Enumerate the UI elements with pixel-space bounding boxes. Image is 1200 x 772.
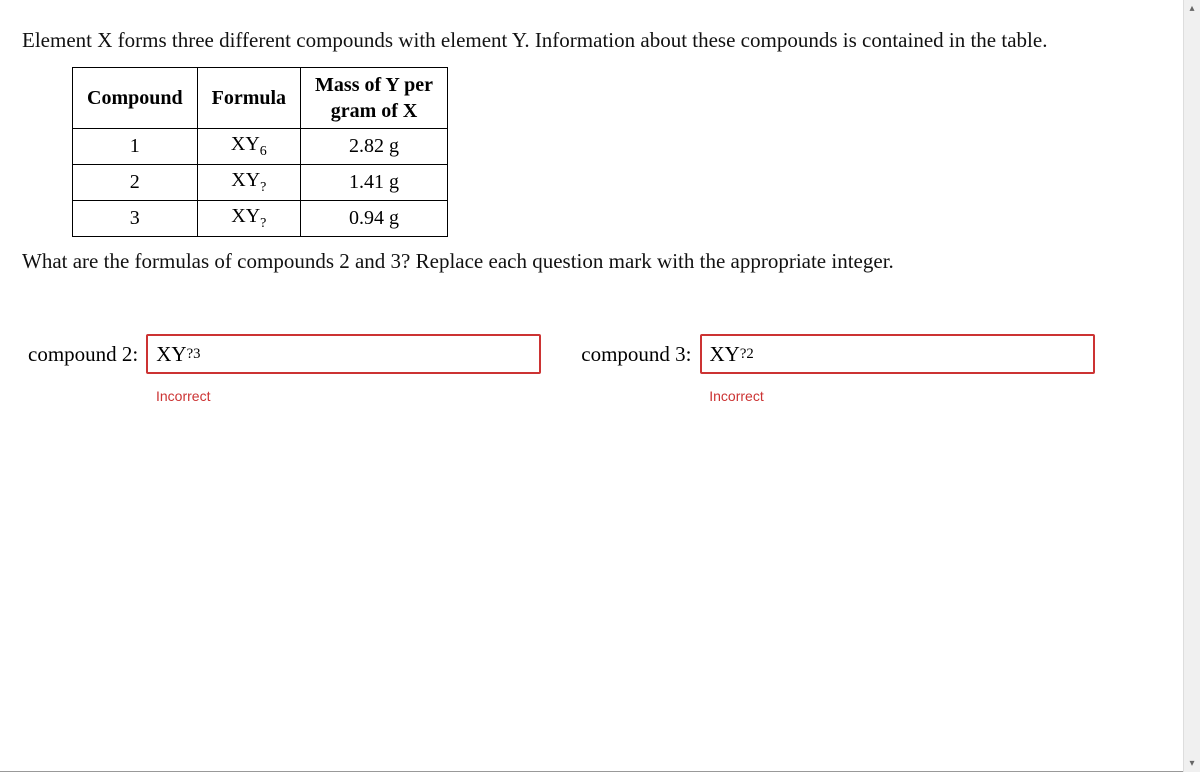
intro-text: Element X forms three different compound… <box>22 28 1161 53</box>
table-header-row: Compound Formula Mass of Y per gram of X <box>73 68 448 129</box>
table-row: 2 XY? 1.41 g <box>73 165 448 201</box>
cell-formula: XY? <box>197 165 300 201</box>
vertical-scrollbar[interactable]: ▴ ▾ <box>1183 0 1200 772</box>
answer-label-compound2: compound 2: <box>28 342 138 367</box>
cell-compound: 2 <box>73 165 198 201</box>
cell-mass: 2.82 g <box>301 129 448 165</box>
formula-base: XY <box>231 205 260 227</box>
answer-block-compound3: compound 3: XY?2 Incorrect <box>581 334 1094 404</box>
answer-input-compound3[interactable]: XY?2 <box>700 334 1095 374</box>
table-row: 3 XY? 0.94 g <box>73 201 448 237</box>
cell-compound: 3 <box>73 201 198 237</box>
formula-sub: ? <box>260 216 266 231</box>
formula-sub: 6 <box>260 144 267 159</box>
answer-label-compound3: compound 3: <box>581 342 691 367</box>
answer-value-sub: ?2 <box>740 346 754 363</box>
header-formula: Formula <box>197 68 300 129</box>
header-mass-line2: gram of X <box>331 100 418 122</box>
answers-row: compound 2: XY?3 Incorrect compound 3: X… <box>28 334 1161 404</box>
cell-mass: 0.94 g <box>301 201 448 237</box>
table-row: 1 XY6 2.82 g <box>73 129 448 165</box>
scroll-track[interactable] <box>1184 17 1200 755</box>
cell-formula: XY? <box>197 201 300 237</box>
header-compound: Compound <box>73 68 198 129</box>
answer-input-compound2[interactable]: XY?3 <box>146 334 541 374</box>
feedback-compound2: Incorrect <box>156 388 541 404</box>
cell-formula: XY6 <box>197 129 300 165</box>
cell-mass: 1.41 g <box>301 165 448 201</box>
answer-line: compound 3: XY?2 <box>581 334 1094 374</box>
header-mass-line1: Mass of Y per <box>315 74 433 96</box>
answer-block-compound2: compound 2: XY?3 Incorrect <box>28 334 541 404</box>
question-prompt: What are the formulas of compounds 2 and… <box>22 249 1161 274</box>
answer-value-base: XY <box>156 342 186 367</box>
answer-value-base: XY <box>710 342 740 367</box>
scroll-up-button[interactable]: ▴ <box>1184 0 1200 17</box>
feedback-compound3: Incorrect <box>709 388 1094 404</box>
formula-base: XY <box>231 169 260 191</box>
formula-sub: ? <box>260 180 266 195</box>
compound-table: Compound Formula Mass of Y per gram of X… <box>72 67 448 237</box>
formula-base: XY <box>231 133 260 155</box>
answer-value-sub: ?3 <box>187 346 201 363</box>
answer-line: compound 2: XY?3 <box>28 334 541 374</box>
scroll-down-button[interactable]: ▾ <box>1184 755 1200 772</box>
cell-compound: 1 <box>73 129 198 165</box>
question-content: Element X forms three different compound… <box>0 0 1183 772</box>
header-mass: Mass of Y per gram of X <box>301 68 448 129</box>
